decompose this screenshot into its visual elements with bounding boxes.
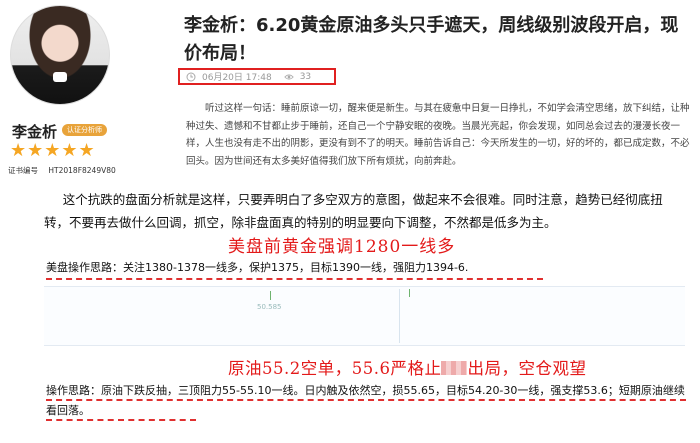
- clock-icon: [186, 72, 196, 81]
- author-name[interactable]: 李金析: [12, 121, 57, 142]
- author-profile: 李金析 认证分析师 ★★★★★ 证书编号 HT2018F8249V80: [0, 0, 118, 180]
- eye-icon: [283, 74, 294, 79]
- chart-fragment: 50.585: [44, 286, 685, 346]
- oil-headline-part2: 出局，空仓观望: [467, 359, 587, 378]
- redacted-mosaic: [441, 361, 468, 375]
- chart-candle: [270, 291, 271, 300]
- article-title: 李金析：6.20黄金原油多头只手遮天，周线级别波段开启，现价布局！: [184, 15, 679, 64]
- analysis-paragraph: 这个抗跌的盘面分析就是这样，只要弄明白了多空双方的意图，做起来不会很难。同时注意…: [44, 192, 663, 230]
- certificate-label: 证书编号: [8, 166, 38, 175]
- gold-operation: 美盘操作思路：关注1380-1378一线多，保护1375，目标1390一线，强阻…: [46, 261, 469, 274]
- rating-stars: ★★★★★: [10, 140, 96, 161]
- gold-headline: 美盘前黄金强调1280一线多: [228, 237, 456, 257]
- gold-underline: [46, 278, 543, 280]
- oil-headline: 原油55.2空单，55.6严格止 出局，空仓观望: [228, 355, 586, 379]
- oil-underline-2: [46, 419, 196, 421]
- oil-underline-1: [46, 399, 686, 401]
- publish-date: 06月20日 17:48: [202, 73, 272, 83]
- intro-paragraph: 听过这样一句话：睡前原谅一切，醒来便是新生。与其在疲惫中日复一日挣扎，不如学会清…: [186, 103, 690, 167]
- chart-candle: [409, 289, 410, 297]
- avatar[interactable]: [10, 5, 110, 105]
- view-count: 33: [299, 71, 312, 82]
- certificate-info: 证书编号 HT2018F8249V80: [8, 165, 116, 176]
- oil-headline-part1: 原油55.2空单，55.6严格止: [228, 359, 442, 378]
- verified-badge: 认证分析师: [62, 124, 107, 136]
- chart-gridline: [399, 289, 400, 343]
- oil-operation: 操作思路：原油下跌反抽，三顶阻力55-55.10一线。日内触及依然空，损55.6…: [46, 384, 685, 417]
- article-meta: 06月20日 17:48 33: [178, 68, 336, 85]
- certificate-number: HT2018F8249V80: [48, 166, 116, 175]
- chart-price-label: 50.585: [257, 303, 282, 311]
